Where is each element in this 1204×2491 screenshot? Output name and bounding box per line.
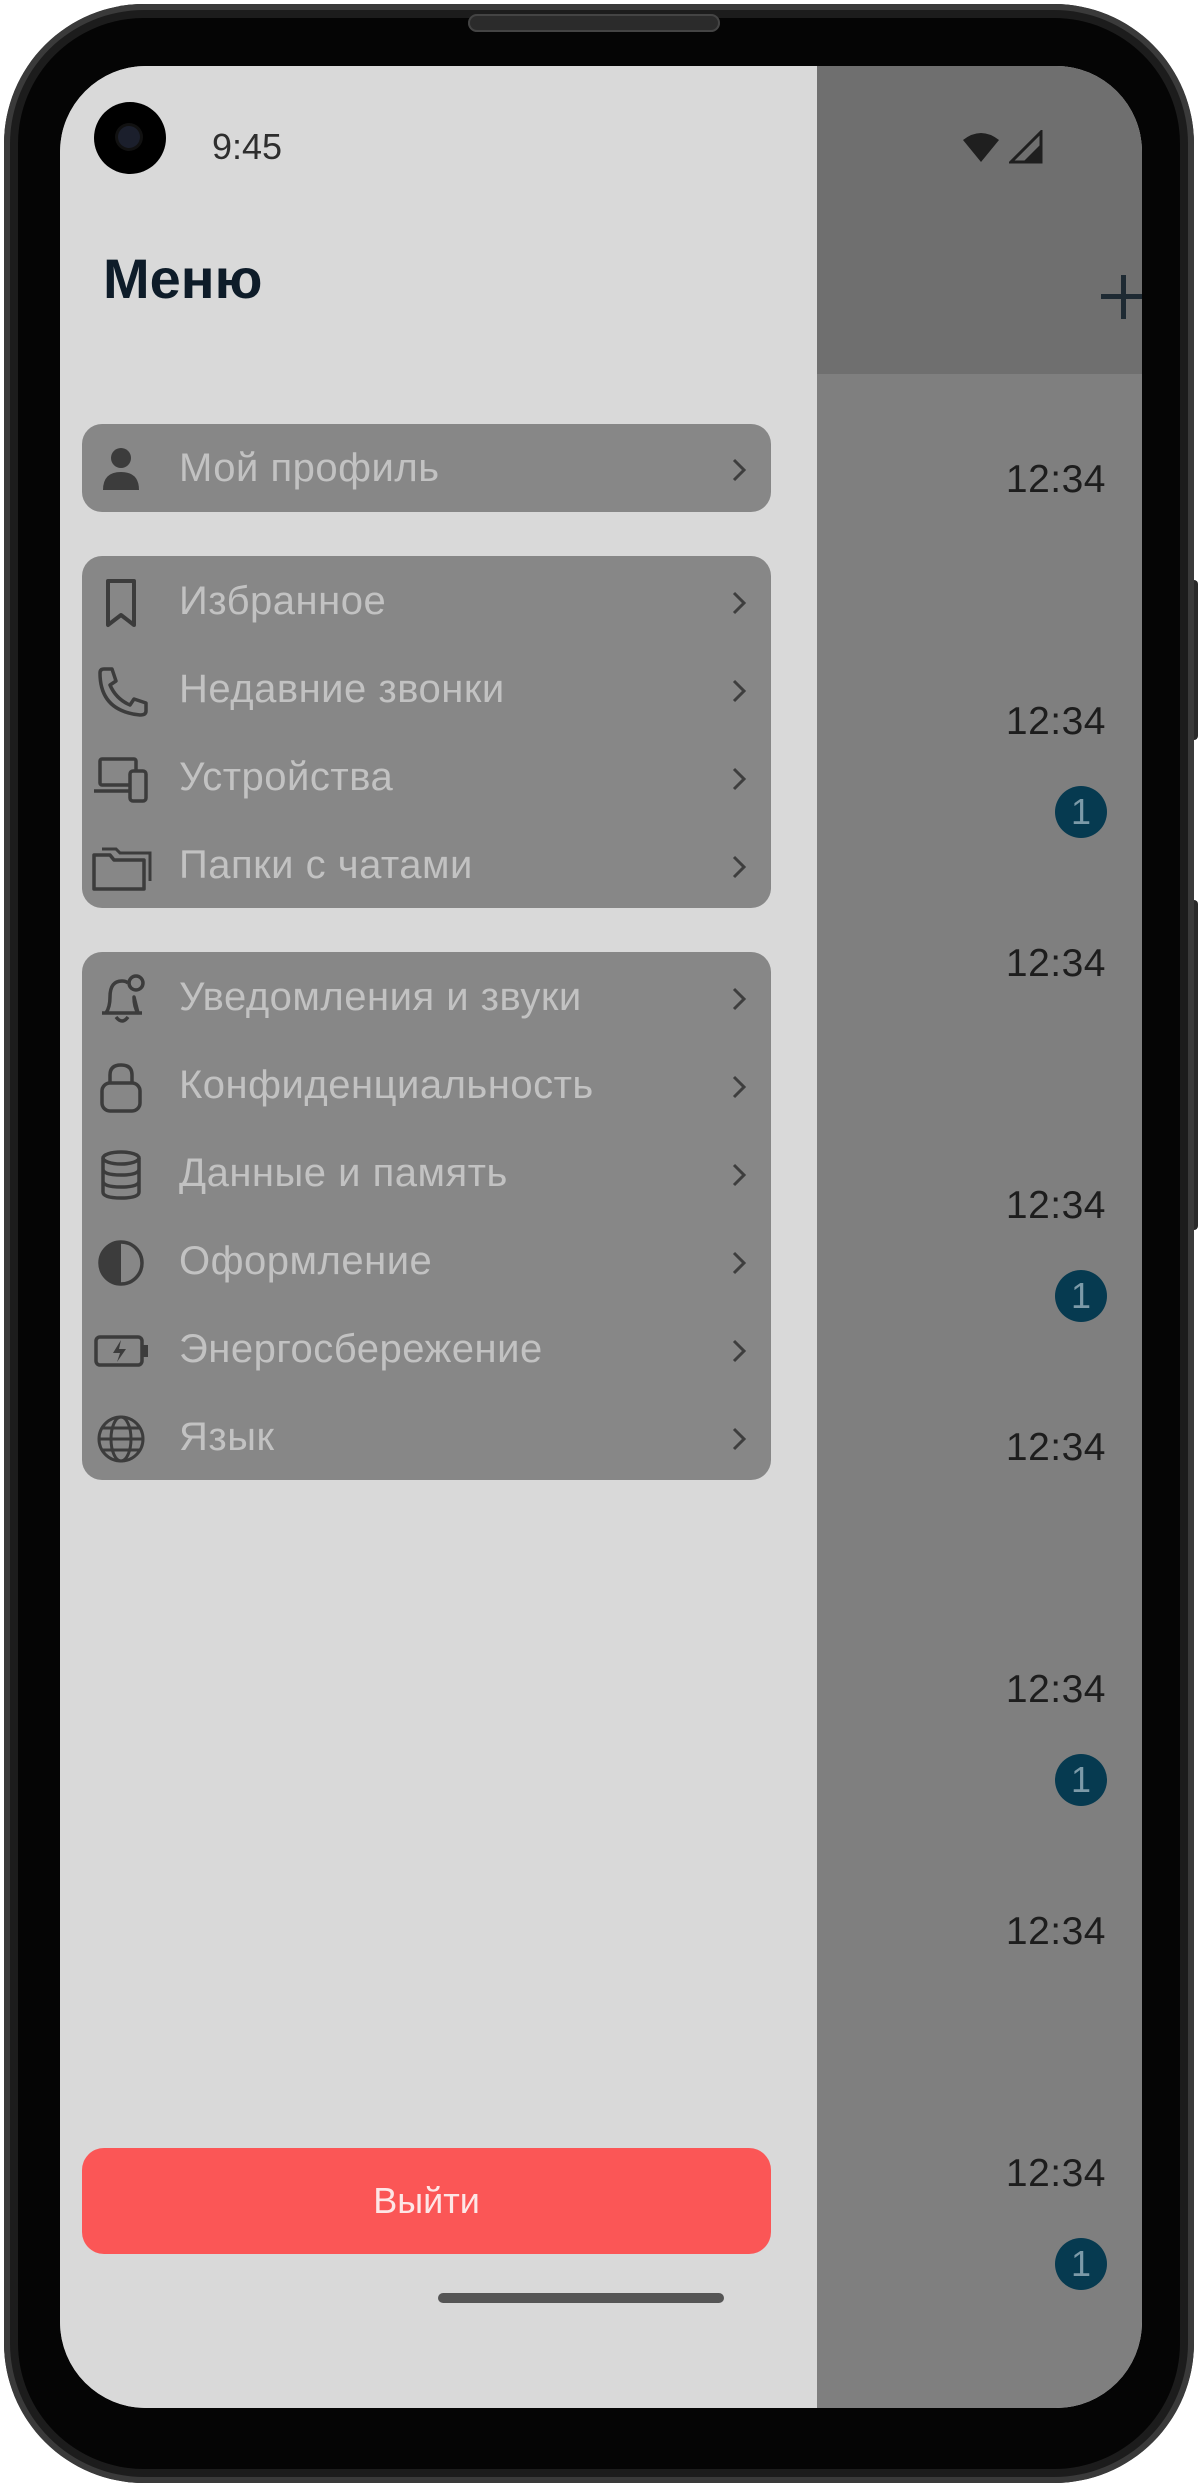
chat-row[interactable]: 12:34 <box>817 376 1142 618</box>
logout-label: Выйти <box>373 2180 480 2221</box>
menu-item-label: Недавние звонки <box>179 667 505 711</box>
bookmark-icon <box>106 579 136 627</box>
menu-group-general: Избранное Недавние звонки Устройства Пап… <box>82 556 771 908</box>
front-camera <box>94 102 166 174</box>
phone-device: 12:34 12:34 1 12:34 12:34 1 12:34 12:34 1 12:34 12… <box>0 0 1204 2491</box>
chevron-right-icon <box>732 987 747 1011</box>
contrast-icon <box>98 1240 144 1286</box>
chat-row[interactable]: 12:34 1 <box>817 1102 1142 1344</box>
menu-item-chat-folders[interactable]: Папки с чатами <box>82 823 771 908</box>
chevron-right-icon <box>732 1075 747 1099</box>
chevron-right-icon <box>732 1427 747 1451</box>
bell-icon <box>102 974 145 1023</box>
lock-icon <box>100 1063 142 1113</box>
chat-row[interactable]: 12:34 <box>817 1344 1142 1586</box>
menu-item-language[interactable]: Язык <box>82 1395 771 1480</box>
menu-item-label: Устройства <box>179 755 394 799</box>
chevron-right-icon <box>732 679 747 703</box>
menu-item-favorites[interactable]: Избранное <box>82 559 771 644</box>
wifi-icon <box>963 133 999 162</box>
database-icon <box>101 1150 141 1200</box>
menu-item-appearance[interactable]: Оформление <box>82 1219 771 1304</box>
unread-badge: 1 <box>1055 1270 1107 1322</box>
unread-badge: 1 <box>1055 1754 1107 1806</box>
menu-item-power-saving[interactable]: Энергосбережение <box>82 1307 771 1392</box>
devices-icon <box>94 757 148 803</box>
menu-item-label: Энергосбережение <box>179 1327 543 1371</box>
chat-time: 12:34 <box>1005 1426 1106 1469</box>
chevron-right-icon <box>732 1251 747 1275</box>
chat-list-pane[interactable]: 12:34 12:34 1 12:34 12:34 1 12:34 12:34 1 12:34 12… <box>817 66 1142 2408</box>
chat-row[interactable]: 12:34 <box>817 1828 1142 2070</box>
menu-item-label: Оформление <box>179 1239 433 1283</box>
menu-item-label: Данные и память <box>179 1151 508 1195</box>
logout-button[interactable]: Выйти <box>82 2148 771 2254</box>
chevron-right-icon <box>732 1339 747 1363</box>
phone-icon <box>98 667 148 717</box>
menu-item-profile[interactable]: Мой профиль <box>82 426 771 511</box>
chat-row[interactable]: 12:34 1 <box>817 1586 1142 1828</box>
home-indicator[interactable] <box>438 2293 724 2303</box>
chat-time: 12:34 <box>1005 458 1106 501</box>
unread-badge: 1 <box>1055 2238 1107 2290</box>
new-chat-button[interactable] <box>1099 273 1142 321</box>
menu-group-profile: Мой профиль <box>82 424 771 512</box>
unread-badge: 1 <box>1055 786 1107 838</box>
menu-item-label: Уведомления и звуки <box>179 975 582 1019</box>
chat-time: 12:34 <box>1005 1184 1106 1227</box>
menu-item-notifications[interactable]: Уведомления и звуки <box>82 955 771 1040</box>
chat-time: 12:34 <box>1005 942 1106 985</box>
menu-item-data-storage[interactable]: Данные и память <box>82 1131 771 1216</box>
battery-icon <box>94 1335 148 1367</box>
person-icon <box>103 448 139 490</box>
chevron-right-icon <box>732 767 747 791</box>
chat-time: 12:34 <box>1005 700 1106 743</box>
signal-icon <box>1009 130 1043 164</box>
menu-item-label: Мой профиль <box>179 446 440 490</box>
speaker-grille <box>468 14 720 32</box>
menu-item-privacy[interactable]: Конфиденциальность <box>82 1043 771 1128</box>
chevron-right-icon <box>732 458 747 482</box>
menu-group-settings: Уведомления и звуки Конфиденциальность Д… <box>82 952 771 1480</box>
menu-item-label: Конфиденциальность <box>179 1063 594 1107</box>
menu-title: Меню <box>103 247 263 310</box>
chat-row[interactable]: 12:34 <box>817 860 1142 1102</box>
menu-item-label: Папки с чатами <box>179 843 473 887</box>
screen: 12:34 12:34 1 12:34 12:34 1 12:34 12:34 1 12:34 12… <box>60 66 1142 2408</box>
status-time: 9:45 <box>212 126 283 167</box>
chat-list-header <box>817 66 1142 374</box>
chevron-right-icon <box>732 855 747 879</box>
chat-row[interactable]: 12:34 1 <box>817 2070 1142 2312</box>
chat-time: 12:34 <box>1005 1668 1106 1711</box>
chat-time: 12:34 <box>1005 2152 1106 2195</box>
menu-item-label: Язык <box>179 1415 275 1459</box>
globe-icon <box>97 1415 145 1463</box>
chevron-right-icon <box>732 1163 747 1187</box>
status-icons <box>817 66 1142 216</box>
menu-item-recent-calls[interactable]: Недавние звонки <box>82 647 771 732</box>
folders-icon <box>92 847 152 891</box>
menu-item-devices[interactable]: Устройства <box>82 735 771 820</box>
chevron-right-icon <box>732 591 747 615</box>
chat-row[interactable]: 12:34 1 <box>817 618 1142 860</box>
navigation-drawer: 9:45 Меню Мой профиль Избранное Недавние… <box>60 66 817 2408</box>
chat-time: 12:34 <box>1005 1910 1106 1953</box>
menu-item-label: Избранное <box>179 579 387 623</box>
